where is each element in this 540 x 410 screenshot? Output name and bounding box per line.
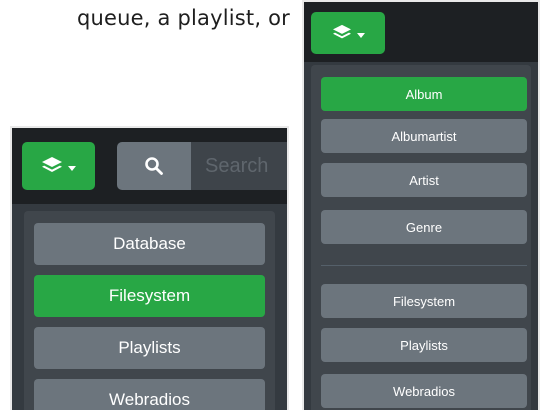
browse-mode-dropdown-button[interactable] bbox=[22, 142, 95, 190]
search-button[interactable] bbox=[117, 142, 191, 190]
menu-item-genre[interactable]: Genre bbox=[321, 210, 527, 244]
right-panel: Album Albumartist Artist Genre Filesyste… bbox=[302, 0, 540, 410]
menu-item-album[interactable]: Album bbox=[321, 77, 527, 111]
menu-item-albumartist[interactable]: Albumartist bbox=[321, 119, 527, 153]
browse-mode-menu: Album Albumartist Artist Genre Filesyste… bbox=[311, 65, 531, 410]
menu-item-playlists[interactable]: Playlists bbox=[34, 327, 265, 369]
browse-mode-dropdown-button[interactable] bbox=[311, 12, 385, 54]
menu-item-webradios[interactable]: Webradios bbox=[34, 379, 265, 410]
menu-item-filesystem[interactable]: Filesystem bbox=[321, 284, 527, 318]
browse-mode-menu: Database Filesystem Playlists Webradios bbox=[24, 211, 275, 410]
caption-text: queue, a playlist, or bbox=[76, 6, 290, 30]
menu-item-artist[interactable]: Artist bbox=[321, 163, 527, 197]
menu-item-database[interactable]: Database bbox=[34, 223, 265, 265]
layers-icon bbox=[42, 157, 62, 172]
menu-item-filesystem[interactable]: Filesystem bbox=[34, 275, 265, 317]
right-navbar bbox=[304, 2, 538, 62]
menu-divider bbox=[321, 265, 527, 266]
menu-item-playlists[interactable]: Playlists bbox=[321, 328, 527, 362]
caret-down-icon bbox=[356, 32, 365, 38]
menu-item-webradios[interactable]: Webradios bbox=[321, 374, 527, 408]
search-icon bbox=[145, 157, 163, 175]
layers-icon bbox=[332, 24, 351, 39]
caret-down-icon bbox=[68, 165, 76, 171]
left-navbar bbox=[12, 128, 287, 204]
search-input[interactable] bbox=[191, 142, 287, 190]
left-panel: Database Filesystem Playlists Webradios bbox=[10, 126, 289, 410]
